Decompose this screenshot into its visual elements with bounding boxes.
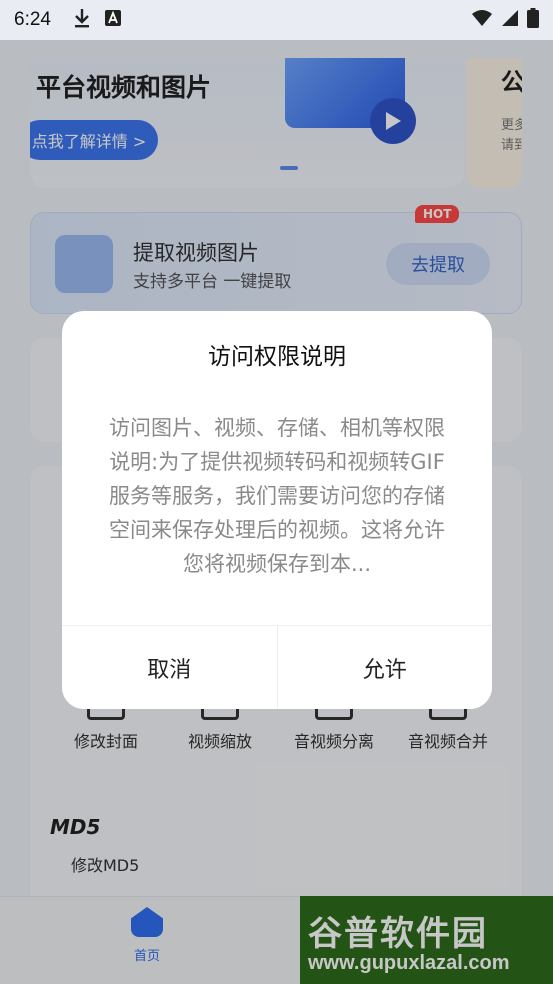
battery-icon bbox=[527, 8, 539, 32]
status-bar: 6:24 bbox=[0, 0, 553, 40]
dialog-title: 访问权限说明 bbox=[208, 344, 346, 370]
allow-button[interactable]: 允许 bbox=[276, 626, 492, 709]
dialog-actions: 取消 允许 bbox=[62, 625, 492, 709]
download-icon bbox=[73, 8, 91, 32]
wifi-icon bbox=[471, 9, 493, 31]
dialog-message: 访问图片、视频、存储、相机等权限说明:为了提供视频转码和视频转GIF服务等服务，… bbox=[109, 416, 445, 576]
status-time: 6:24 bbox=[14, 9, 51, 30]
signal-icon bbox=[501, 9, 519, 31]
permission-dialog: 访问权限说明 访问图片、视频、存储、相机等权限说明:为了提供视频转码和视频转GI… bbox=[62, 311, 492, 709]
cancel-button[interactable]: 取消 bbox=[62, 626, 277, 709]
app-notification-icon bbox=[104, 10, 121, 30]
